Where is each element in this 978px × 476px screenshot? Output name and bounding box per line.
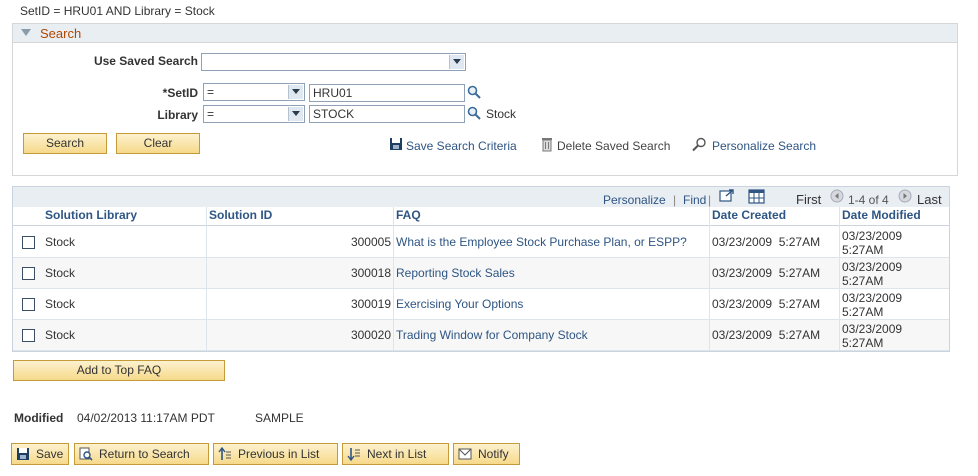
use-saved-search-select[interactable] xyxy=(201,53,466,71)
library-input[interactable]: STOCK xyxy=(309,105,465,123)
notify-label: Notify xyxy=(478,447,509,461)
next-arrow-icon[interactable] xyxy=(898,189,912,203)
cell-date-modified: 03/23/2009 xyxy=(842,260,903,274)
personalize-search-icon[interactable] xyxy=(692,137,708,152)
return-search-icon xyxy=(79,447,93,461)
setid-input[interactable]: HRU01 xyxy=(309,84,465,102)
search-panel-header[interactable]: Search xyxy=(13,24,957,43)
save-button-label: Save xyxy=(36,447,64,461)
cell-solution-library: Stock xyxy=(45,266,76,280)
use-saved-search-label: Use Saved Search xyxy=(93,54,198,68)
cell-solution-id: 300018 xyxy=(350,266,391,280)
save-disk-icon xyxy=(17,448,29,460)
lookup-magnifier-icon[interactable] xyxy=(467,85,481,99)
notify-envelope-icon xyxy=(458,448,472,460)
clear-button[interactable]: Clear xyxy=(116,133,200,154)
cell-solution-id: 300019 xyxy=(350,297,391,311)
row-range: 1-4 of 4 xyxy=(848,193,889,207)
cell-time-modified: 5:27AM xyxy=(842,243,884,257)
setid-operator-select[interactable]: = xyxy=(203,83,305,101)
previous-list-icon xyxy=(218,447,231,460)
cell-date-modified: 03/23/2009 xyxy=(842,291,903,305)
cell-solution-id: 300005 xyxy=(350,235,391,249)
col-header-solution-id[interactable]: Solution ID xyxy=(209,208,272,222)
chevron-down-icon[interactable] xyxy=(288,107,303,121)
previous-arrow-icon[interactable] xyxy=(830,189,844,203)
faq-link[interactable]: Exercising Your Options xyxy=(396,297,523,311)
row-checkbox[interactable] xyxy=(22,329,35,342)
row-checkbox[interactable] xyxy=(22,298,35,311)
cell-solution-library: Stock xyxy=(45,235,76,249)
next-list-icon xyxy=(347,448,360,461)
cell-solution-library: Stock xyxy=(45,297,76,311)
cell-date-modified: 03/23/2009 xyxy=(842,322,903,336)
col-header-date-created[interactable]: Date Created xyxy=(712,208,786,222)
lookup-magnifier-icon[interactable] xyxy=(467,106,481,120)
delete-saved-search-link[interactable]: Delete Saved Search xyxy=(557,139,670,153)
modified-label: Modified xyxy=(14,411,64,425)
column-divider xyxy=(393,207,394,351)
next-in-list-button[interactable]: Next in List xyxy=(342,443,449,465)
column-divider xyxy=(206,207,207,351)
setid-label: *SetID xyxy=(162,86,198,100)
return-to-search-label: Return to Search xyxy=(99,447,190,461)
grid-find-link[interactable]: Find xyxy=(683,193,706,207)
collapse-triangle-icon[interactable] xyxy=(21,29,31,36)
previous-in-list-button[interactable]: Previous in List xyxy=(213,443,338,465)
next-in-list-label: Next in List xyxy=(367,447,427,461)
nav-separator: | xyxy=(673,193,677,207)
cell-date-created: 03/23/2009 5:27AM xyxy=(712,297,821,311)
previous-in-list-label: Previous in List xyxy=(238,447,320,461)
view-all-icon[interactable] xyxy=(719,189,735,203)
faq-link[interactable]: What is the Employee Stock Purchase Plan… xyxy=(396,235,687,249)
faq-link[interactable]: Reporting Stock Sales xyxy=(396,266,515,280)
modified-user: SAMPLE xyxy=(255,411,304,425)
col-header-date-modified[interactable]: Date Modified xyxy=(842,208,921,222)
save-button[interactable]: Save xyxy=(11,443,69,465)
grid-header-row xyxy=(13,207,949,226)
first-page-label: First xyxy=(796,192,822,207)
trash-icon[interactable] xyxy=(541,137,553,152)
cell-time-modified: 5:27AM xyxy=(842,274,884,288)
personalize-search-link[interactable]: Personalize Search xyxy=(712,139,816,153)
search-button[interactable]: Search xyxy=(23,133,107,154)
search-criteria-text: SetID = HRU01 AND Library = Stock xyxy=(20,4,215,18)
row-checkbox[interactable] xyxy=(22,267,35,280)
col-header-solution-library[interactable]: Solution Library xyxy=(45,208,137,222)
modified-datetime: 04/02/2013 11:17AM PDT xyxy=(77,411,215,425)
cell-time-modified: 5:27AM xyxy=(842,305,884,319)
notify-button[interactable]: Notify xyxy=(453,443,520,465)
cell-date-created: 03/23/2009 5:27AM xyxy=(712,235,821,249)
cell-date-created: 03/23/2009 5:27AM xyxy=(712,266,821,280)
col-header-faq[interactable]: FAQ xyxy=(396,208,421,222)
cell-solution-id: 300020 xyxy=(350,328,391,342)
library-label: Library xyxy=(157,108,198,122)
faq-link[interactable]: Trading Window for Company Stock xyxy=(396,328,588,342)
save-disk-icon[interactable] xyxy=(389,137,403,151)
chevron-down-icon[interactable] xyxy=(288,85,303,99)
column-divider xyxy=(839,207,840,351)
cell-solution-library: Stock xyxy=(45,328,76,342)
library-description: Stock xyxy=(486,107,517,121)
search-panel-title: Search xyxy=(40,26,82,41)
row-checkbox[interactable] xyxy=(22,236,35,249)
chevron-down-icon[interactable] xyxy=(449,55,464,69)
last-page-label: Last xyxy=(917,192,942,207)
nav-separator: | xyxy=(708,193,712,207)
library-operator-select[interactable]: = xyxy=(203,105,305,123)
column-divider xyxy=(709,207,710,351)
return-to-search-button[interactable]: Return to Search xyxy=(74,443,209,465)
save-search-criteria-link[interactable]: Save Search Criteria xyxy=(406,139,517,153)
cell-date-modified: 03/23/2009 xyxy=(842,229,903,243)
cell-date-created: 03/23/2009 5:27AM xyxy=(712,328,821,342)
cell-time-modified: 5:27AM xyxy=(842,336,884,350)
add-to-top-faq-button[interactable]: Add to Top FAQ xyxy=(13,360,225,381)
download-spreadsheet-icon[interactable] xyxy=(748,189,765,204)
grid-personalize-link[interactable]: Personalize xyxy=(603,193,666,207)
